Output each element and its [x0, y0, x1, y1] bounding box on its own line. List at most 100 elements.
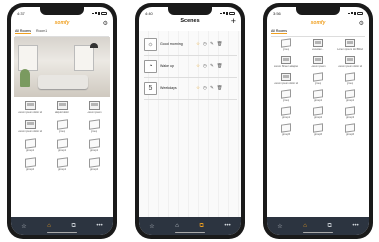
- device-label: group6: [313, 133, 323, 136]
- battery-icon: [229, 11, 235, 15]
- gear-icon[interactable]: ⚙: [359, 20, 364, 27]
- device-tile[interactable]: group1: [47, 157, 77, 174]
- status-time: 4:40: [145, 10, 153, 16]
- group-icon: [281, 106, 291, 116]
- more-icon[interactable]: •••: [224, 223, 230, 229]
- device-label: Lorem ipsum: [310, 65, 326, 68]
- device-tile[interactable]: group: [335, 72, 365, 88]
- device-tile[interactable]: group2: [79, 157, 109, 174]
- add-scene-button[interactable]: +: [231, 16, 236, 26]
- device-tile[interactable]: group1: [303, 89, 333, 105]
- group-icon: [281, 123, 291, 133]
- blind-icon: [345, 39, 355, 47]
- edit-icon[interactable]: ✎: [210, 41, 214, 47]
- device-label: group: [282, 99, 290, 102]
- favorite-star-icon[interactable]: ☆: [196, 63, 200, 69]
- group-icon: [313, 106, 323, 116]
- device-label: Lorem ipsum dolor sit: [273, 82, 299, 85]
- home-icon[interactable]: ⌂: [175, 223, 179, 229]
- bottom-nav: ☆ ⌂ ⧉ •••: [11, 217, 113, 235]
- tab-room1[interactable]: Room1: [36, 29, 47, 34]
- device-tile[interactable]: group1: [271, 106, 301, 122]
- device-tile[interactable]: Lorem ipsum dolor sit: [335, 56, 365, 71]
- scene-row[interactable]: ☼ Good morning ☆ ◷ ✎ 🗑: [144, 35, 237, 53]
- device-label: group1: [345, 99, 355, 102]
- device-label: group5: [281, 133, 291, 136]
- blind-icon: [88, 101, 100, 110]
- plant: [20, 69, 30, 87]
- device-tile[interactable]: group6: [335, 123, 365, 139]
- star-icon[interactable]: ☆: [277, 223, 282, 230]
- scene-row[interactable]: 5 Weekdays ☆ ◷ ✎ 🗑: [144, 79, 237, 97]
- tab-all-rooms[interactable]: All Rooms: [271, 29, 287, 34]
- device-tile[interactable]: Lorem ipsum: [79, 101, 109, 117]
- device-tile[interactable]: group3: [335, 106, 365, 122]
- home-icon[interactable]: ⌂: [47, 223, 51, 229]
- device-tile[interactable]: group: [79, 119, 109, 136]
- device-tile[interactable]: group: [271, 38, 301, 54]
- device-tile[interactable]: Lorem ipsum dolor sit: [271, 73, 301, 88]
- more-icon[interactable]: •••: [352, 223, 358, 229]
- signal-icon: [220, 11, 235, 15]
- device-tile[interactable]: Lorem ipsum dol Blind: [335, 39, 365, 54]
- timer-icon[interactable]: ◷: [203, 85, 207, 91]
- device-tile[interactable]: group1: [335, 89, 365, 105]
- device-label: group: [90, 130, 98, 133]
- blind-icon: [313, 56, 323, 64]
- device-tile[interactable]: Lorem ipsum: [303, 56, 333, 71]
- gear-icon[interactable]: ⚙: [103, 20, 108, 27]
- device-tile[interactable]: venetian...: [303, 39, 333, 54]
- scene-row[interactable]: ◔ Wake up ☆ ◷ ✎ 🗑: [144, 57, 237, 75]
- device-tile[interactable]: aliquid dolor: [47, 101, 77, 117]
- device-grid: group venetian... Lorem ipsum dol Blind Lor…: [271, 38, 365, 139]
- device-tile[interactable]: group2: [303, 106, 333, 122]
- device-tile[interactable]: Lorem ipsum dolor sit: [15, 120, 45, 136]
- device-tile[interactable]: group5: [271, 123, 301, 139]
- group-icon: [281, 89, 291, 99]
- device-tile[interactable]: group6: [303, 123, 333, 139]
- group-icon: [313, 72, 323, 82]
- screen: 4:37 somfy ⚙ All Rooms Room1 Lorem ipsum…: [11, 7, 113, 235]
- group-icon: [88, 157, 100, 168]
- home-icon[interactable]: ⌂: [303, 223, 307, 229]
- device-tile[interactable]: group1: [47, 138, 77, 155]
- tab-all-rooms[interactable]: All Rooms: [15, 29, 31, 34]
- star-icon[interactable]: ☆: [21, 223, 26, 230]
- group-icon: [88, 119, 100, 130]
- device-tile[interactable]: group2: [15, 157, 45, 174]
- device-tile[interactable]: Lorem Sheer adapter: [271, 56, 301, 71]
- sofa: [38, 75, 88, 89]
- room-photo: [14, 37, 110, 97]
- scenes-icon[interactable]: ⧉: [328, 223, 332, 230]
- screen: 3:56 somfy ⚙ All Rooms group venetian... L…: [267, 7, 369, 235]
- window: [18, 45, 38, 71]
- device-tile[interactable]: group1: [79, 138, 109, 155]
- device-tile[interactable]: group: [47, 119, 77, 136]
- delete-icon[interactable]: 🗑: [217, 85, 223, 91]
- delete-icon[interactable]: 🗑: [217, 41, 223, 47]
- home-indicator: [303, 232, 333, 233]
- scenes-icon[interactable]: ⧉: [72, 223, 76, 230]
- device-label: group1: [281, 116, 291, 119]
- status-time: 4:37: [17, 10, 25, 16]
- edit-icon[interactable]: ✎: [210, 85, 214, 91]
- favorite-star-icon[interactable]: ☆: [196, 41, 200, 47]
- edit-icon[interactable]: ✎: [210, 63, 214, 69]
- favorite-star-icon[interactable]: ☆: [196, 85, 200, 91]
- delete-icon[interactable]: 🗑: [217, 63, 223, 69]
- more-icon[interactable]: •••: [96, 223, 102, 229]
- device-tile[interactable]: group1: [15, 138, 45, 155]
- scenes-icon[interactable]: ⧉: [200, 223, 204, 230]
- timer-icon[interactable]: ◷: [203, 63, 207, 69]
- star-icon[interactable]: ☆: [149, 223, 154, 230]
- blind-icon: [24, 120, 36, 129]
- phone-devices-all: 3:56 somfy ⚙ All Rooms group venetian... L…: [263, 3, 373, 239]
- device-tile[interactable]: group: [303, 72, 333, 88]
- timer-icon[interactable]: ◷: [203, 41, 207, 47]
- brand-logo: somfy: [310, 20, 326, 26]
- device-tile[interactable]: Lorem ipsum dolor sit: [15, 101, 45, 117]
- device-label: Lorem ipsum dol Blind: [337, 48, 363, 51]
- group-icon: [56, 138, 68, 149]
- bottom-nav: ☆ ⌂ ⧉ •••: [139, 217, 241, 235]
- device-tile[interactable]: group: [271, 89, 301, 105]
